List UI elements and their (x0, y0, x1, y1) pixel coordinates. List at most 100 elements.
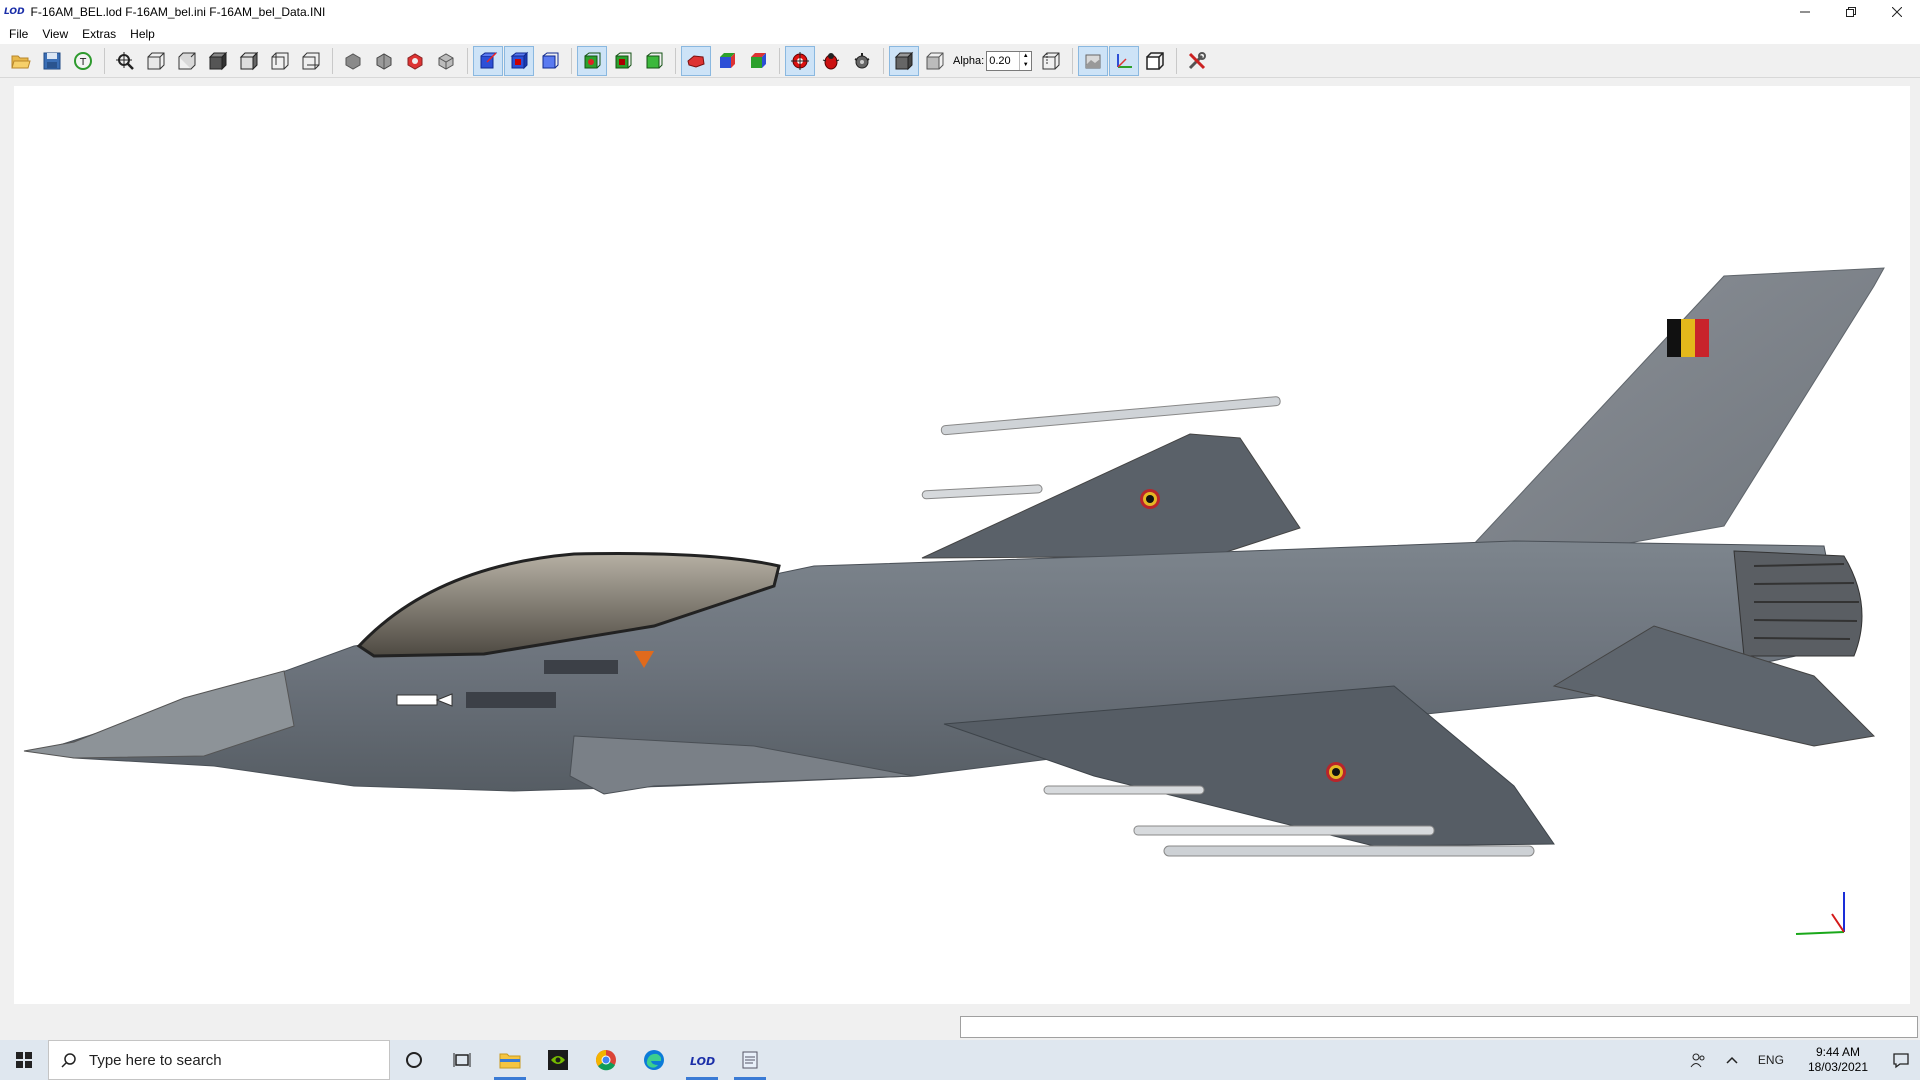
flag-black (1667, 319, 1681, 357)
shade-flat-button[interactable] (338, 46, 368, 76)
restore-icon (1846, 7, 1856, 17)
people-button[interactable] (1680, 1052, 1716, 1068)
view-bottom-button[interactable] (234, 46, 264, 76)
lod-level-3-button[interactable] (639, 46, 669, 76)
smoothing-button[interactable] (504, 45, 534, 76)
cube-wire-icon (147, 52, 165, 69)
nvidia-button[interactable] (534, 1040, 582, 1080)
cortana-button[interactable] (390, 1040, 438, 1080)
toolbar-separator (883, 47, 884, 74)
task-view-button[interactable] (438, 1040, 486, 1080)
taskbar-search[interactable]: Type here to search (48, 1040, 390, 1080)
green-cube-icon (646, 52, 663, 68)
missile-lower-3 (1043, 785, 1205, 795)
tools-button[interactable] (1182, 46, 1212, 76)
restore-button[interactable] (1828, 0, 1874, 24)
normals-button[interactable] (473, 45, 503, 76)
rescue-marking (396, 694, 438, 706)
axis-gizmo (1795, 892, 1845, 935)
menu-help[interactable]: Help (123, 24, 162, 44)
toolbar-separator (467, 47, 468, 74)
toolbar-separator (675, 47, 676, 74)
shade-texture-button[interactable] (400, 46, 430, 76)
show-hidden-icons-button[interactable] (1716, 1055, 1748, 1065)
minimize-icon (1800, 11, 1810, 13)
stencil-panel (544, 660, 618, 674)
flag-red (1695, 319, 1709, 357)
alpha-spinner[interactable]: ▲ ▼ (986, 50, 1033, 71)
layers-button[interactable] (743, 46, 773, 76)
bounding-box-button[interactable] (535, 46, 565, 76)
transparent-cube-icon (926, 52, 944, 69)
save-button[interactable] (37, 46, 67, 76)
close-button[interactable] (1874, 0, 1920, 24)
background-button[interactable] (1078, 45, 1109, 76)
toolbar-separator (332, 47, 333, 74)
cube-side-icon (239, 51, 259, 70)
cube-wire-icon (271, 52, 289, 69)
vertical-tail (1442, 267, 1885, 577)
notification-icon (1893, 1053, 1909, 1069)
refresh-textures-button[interactable]: T (68, 46, 98, 76)
cube-wire-icon (302, 52, 320, 69)
view-right-button[interactable] (296, 46, 326, 76)
spin-up-icon[interactable]: ▲ (1020, 52, 1031, 61)
shade-gouraud-button[interactable] (369, 46, 399, 76)
clock-date: 18/03/2021 (1807, 1060, 1868, 1074)
toolbar-separator (1176, 47, 1178, 74)
spin-down-icon[interactable]: ▼ (1020, 61, 1031, 70)
shade-wire-button[interactable] (431, 46, 461, 76)
light-target-icon (791, 51, 809, 70)
shaded-cube-icon (345, 52, 361, 70)
title-bar: LOD F-16AM_BEL.lod F-16AM_bel.ini F-16AM… (0, 0, 1920, 24)
toolbar-separator (779, 47, 780, 74)
chrome-button[interactable] (582, 1040, 630, 1080)
menu-view[interactable]: View (35, 24, 75, 44)
hitbox-button[interactable] (816, 46, 846, 76)
axes-button[interactable] (1109, 45, 1140, 76)
clock[interactable]: 9:44 AM 18/03/2021 (1794, 1045, 1882, 1075)
color-model-button[interactable] (712, 46, 742, 76)
view-top-button[interactable] (203, 46, 233, 76)
pivot-button[interactable] (847, 46, 877, 76)
view-back-button[interactable] (172, 46, 202, 76)
damage-model-button[interactable] (681, 45, 711, 76)
lights-button[interactable] (785, 45, 815, 76)
alpha-input[interactable] (987, 51, 1020, 70)
file-explorer-button[interactable] (486, 1040, 534, 1080)
notepad-button[interactable] (726, 1040, 774, 1080)
normals-cube-icon (480, 51, 498, 68)
alpha-label: Alpha: (953, 54, 985, 67)
lod-level-1-button[interactable] (577, 45, 607, 76)
solid-button[interactable] (889, 45, 919, 76)
start-button[interactable] (0, 1040, 48, 1080)
lod-editor-button[interactable]: LOD (678, 1040, 726, 1080)
alpha-spin-arrows[interactable]: ▲ ▼ (1019, 51, 1031, 70)
toolbar: T Alpha: 0.20 ▲ ▼ (0, 44, 1920, 78)
notifications-button[interactable] (1882, 1051, 1920, 1069)
chevron-up-icon (1726, 1056, 1738, 1064)
tools-icon (1189, 51, 1207, 69)
menu-extras[interactable]: Extras (75, 24, 123, 44)
textured-cube-icon (407, 52, 423, 70)
minimize-button[interactable] (1782, 0, 1828, 24)
view-left-button[interactable] (265, 46, 295, 76)
menu-file[interactable]: File (2, 24, 35, 44)
wireframe-button[interactable] (1036, 46, 1066, 76)
edge-button[interactable] (630, 1040, 678, 1080)
missile-lower-1 (1163, 845, 1535, 857)
taskbar: Type here to search LOD ENG 9:44 AM 18/0… (0, 1040, 1920, 1080)
view-front-button[interactable] (141, 46, 171, 76)
transparent-button[interactable] (920, 46, 950, 76)
windows-icon (16, 1052, 32, 1068)
layers-cube-icon (751, 52, 766, 68)
save-icon (43, 52, 61, 69)
lod-level-2-button[interactable] (608, 46, 638, 76)
box-view-button[interactable] (1140, 46, 1170, 76)
wire-cube-icon (438, 52, 454, 70)
language-indicator[interactable]: ENG (1748, 1053, 1794, 1067)
open-button[interactable] (6, 46, 36, 76)
zoom-button[interactable] (110, 46, 140, 76)
missile-upper-1 (940, 396, 1281, 436)
3d-viewport[interactable] (14, 86, 1910, 1004)
